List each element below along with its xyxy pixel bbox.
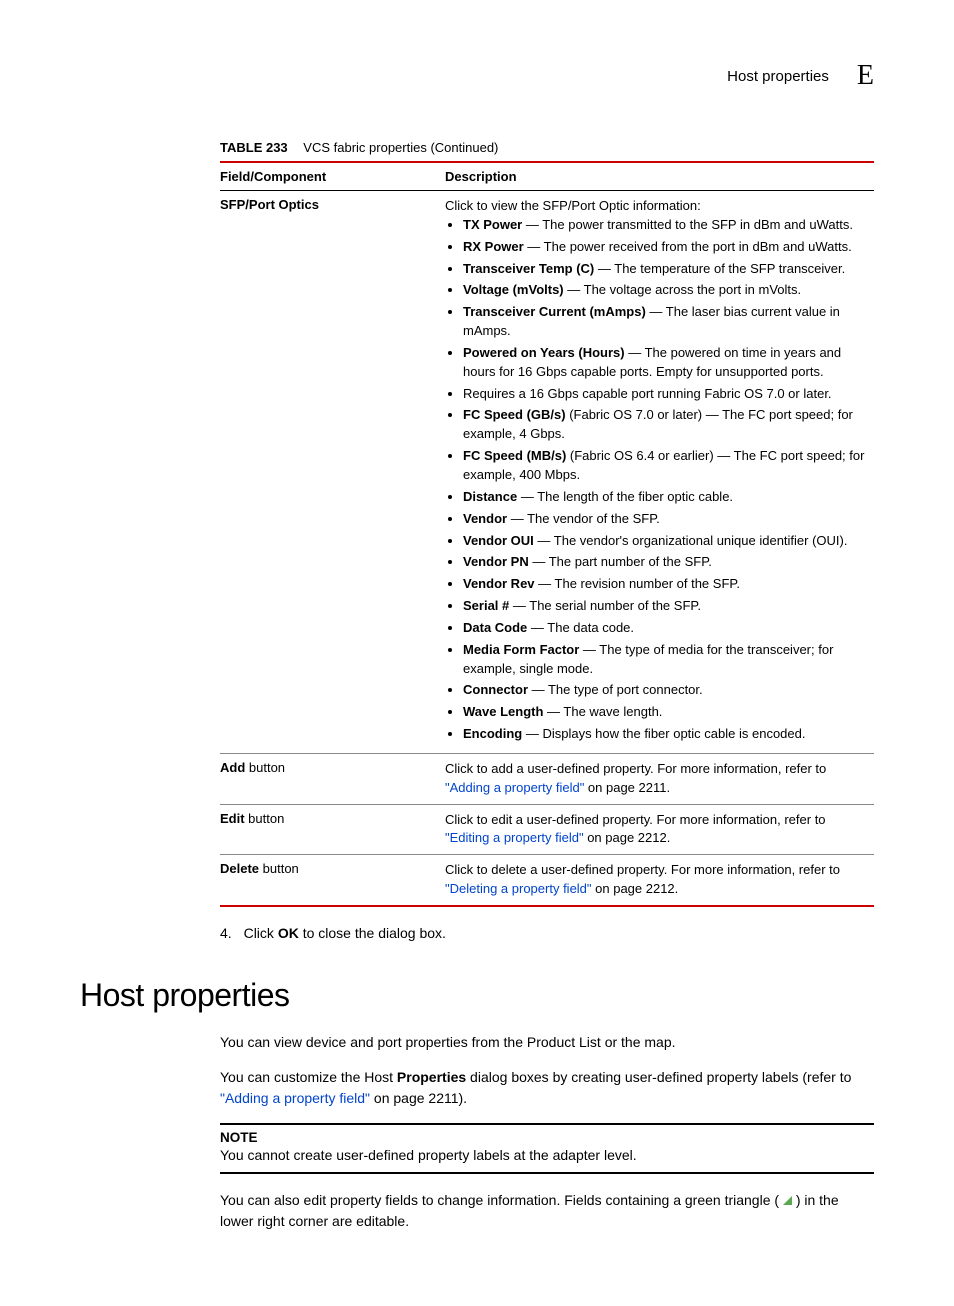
list-item: Powered on Years (Hours) — The powered o… xyxy=(463,344,868,382)
list-item: Media Form Factor — The type of media fo… xyxy=(463,641,868,679)
list-item: Serial # — The serial number of the SFP. xyxy=(463,597,868,616)
header-title: Host properties xyxy=(727,68,829,85)
header-appendix-letter: E xyxy=(857,60,874,92)
note-text: You cannot create user-defined property … xyxy=(220,1145,874,1166)
table-header-field: Field/Component xyxy=(220,162,445,191)
list-item: Vendor PN — The part number of the SFP. xyxy=(463,553,868,572)
properties-keyword: Properties xyxy=(397,1069,466,1085)
list-item: Transceiver Temp (C) — The temperature o… xyxy=(463,260,868,279)
green-triangle-icon xyxy=(783,1196,792,1205)
table-row: SFP/Port Optics Click to view the SFP/Po… xyxy=(220,191,874,754)
table-title: VCS fabric properties (Continued) xyxy=(303,140,498,155)
desc-intro: Click to view the SFP/Port Optic informa… xyxy=(445,197,868,216)
ok-keyword: OK xyxy=(278,925,299,941)
list-item: Transceiver Current (mAmps) — The laser … xyxy=(463,303,868,341)
field-edit-button: Edit button xyxy=(220,804,445,855)
paragraph-customize-properties: You can customize the Host Properties di… xyxy=(220,1067,874,1109)
field-delete-button: Delete button xyxy=(220,855,445,906)
note-block: NOTE You cannot create user-defined prop… xyxy=(220,1123,874,1174)
list-item: Vendor Rev — The revision number of the … xyxy=(463,575,868,594)
desc-add-button: Click to add a user-defined property. Fo… xyxy=(445,753,874,804)
list-item: Vendor OUI — The vendor's organizational… xyxy=(463,532,868,551)
list-item: FC Speed (GB/s) (Fabric OS 7.0 or later)… xyxy=(463,406,868,444)
desc-edit-button: Click to edit a user-defined property. F… xyxy=(445,804,874,855)
bullet-list: TX Power — The power transmitted to the … xyxy=(463,216,868,744)
link-editing-property[interactable]: "Editing a property field" xyxy=(445,830,584,845)
step-4-instruction: 4. Click OK to close the dialog box. xyxy=(220,925,874,941)
list-item: Requires a 16 Gbps capable port running … xyxy=(463,385,868,404)
link-deleting-property[interactable]: "Deleting a property field" xyxy=(445,881,592,896)
list-item: Vendor — The vendor of the SFP. xyxy=(463,510,868,529)
table-row: Delete button Click to delete a user-def… xyxy=(220,855,874,906)
table-row: Add button Click to add a user-defined p… xyxy=(220,753,874,804)
desc-sfp-port-optics: Click to view the SFP/Port Optic informa… xyxy=(445,191,874,754)
field-sfp-port-optics: SFP/Port Optics xyxy=(220,191,445,754)
list-item: Data Code — The data code. xyxy=(463,619,868,638)
section-heading-host-properties: Host properties xyxy=(80,977,874,1014)
list-item: RX Power — The power received from the p… xyxy=(463,238,868,257)
paragraph-view-properties: You can view device and port properties … xyxy=(220,1032,874,1053)
list-item: TX Power — The power transmitted to the … xyxy=(463,216,868,235)
list-item: Encoding — Displays how the fiber optic … xyxy=(463,725,868,744)
table-number: TABLE 233 xyxy=(220,140,288,155)
table-row: Edit button Click to edit a user-defined… xyxy=(220,804,874,855)
page-header: Host properties E xyxy=(80,60,874,92)
step-number: 4. xyxy=(220,925,232,941)
properties-table: Field/Component Description SFP/Port Opt… xyxy=(220,161,874,907)
desc-delete-button: Click to delete a user-defined property.… xyxy=(445,855,874,906)
table-caption: TABLE 233 VCS fabric properties (Continu… xyxy=(220,140,874,155)
table-header-description: Description xyxy=(445,162,874,191)
list-item: Connector — The type of port connector. xyxy=(463,681,868,700)
link-adding-property-field[interactable]: "Adding a property field" xyxy=(220,1090,370,1106)
field-add-button: Add button xyxy=(220,753,445,804)
note-label: NOTE xyxy=(220,1130,874,1145)
paragraph-edit-fields: You can also edit property fields to cha… xyxy=(220,1190,874,1232)
link-adding-property[interactable]: "Adding a property field" xyxy=(445,780,584,795)
list-item: Distance — The length of the fiber optic… xyxy=(463,488,868,507)
list-item: Voltage (mVolts) — The voltage across th… xyxy=(463,281,868,300)
list-item: FC Speed (MB/s) (Fabric OS 6.4 or earlie… xyxy=(463,447,868,485)
list-item: Wave Length — The wave length. xyxy=(463,703,868,722)
